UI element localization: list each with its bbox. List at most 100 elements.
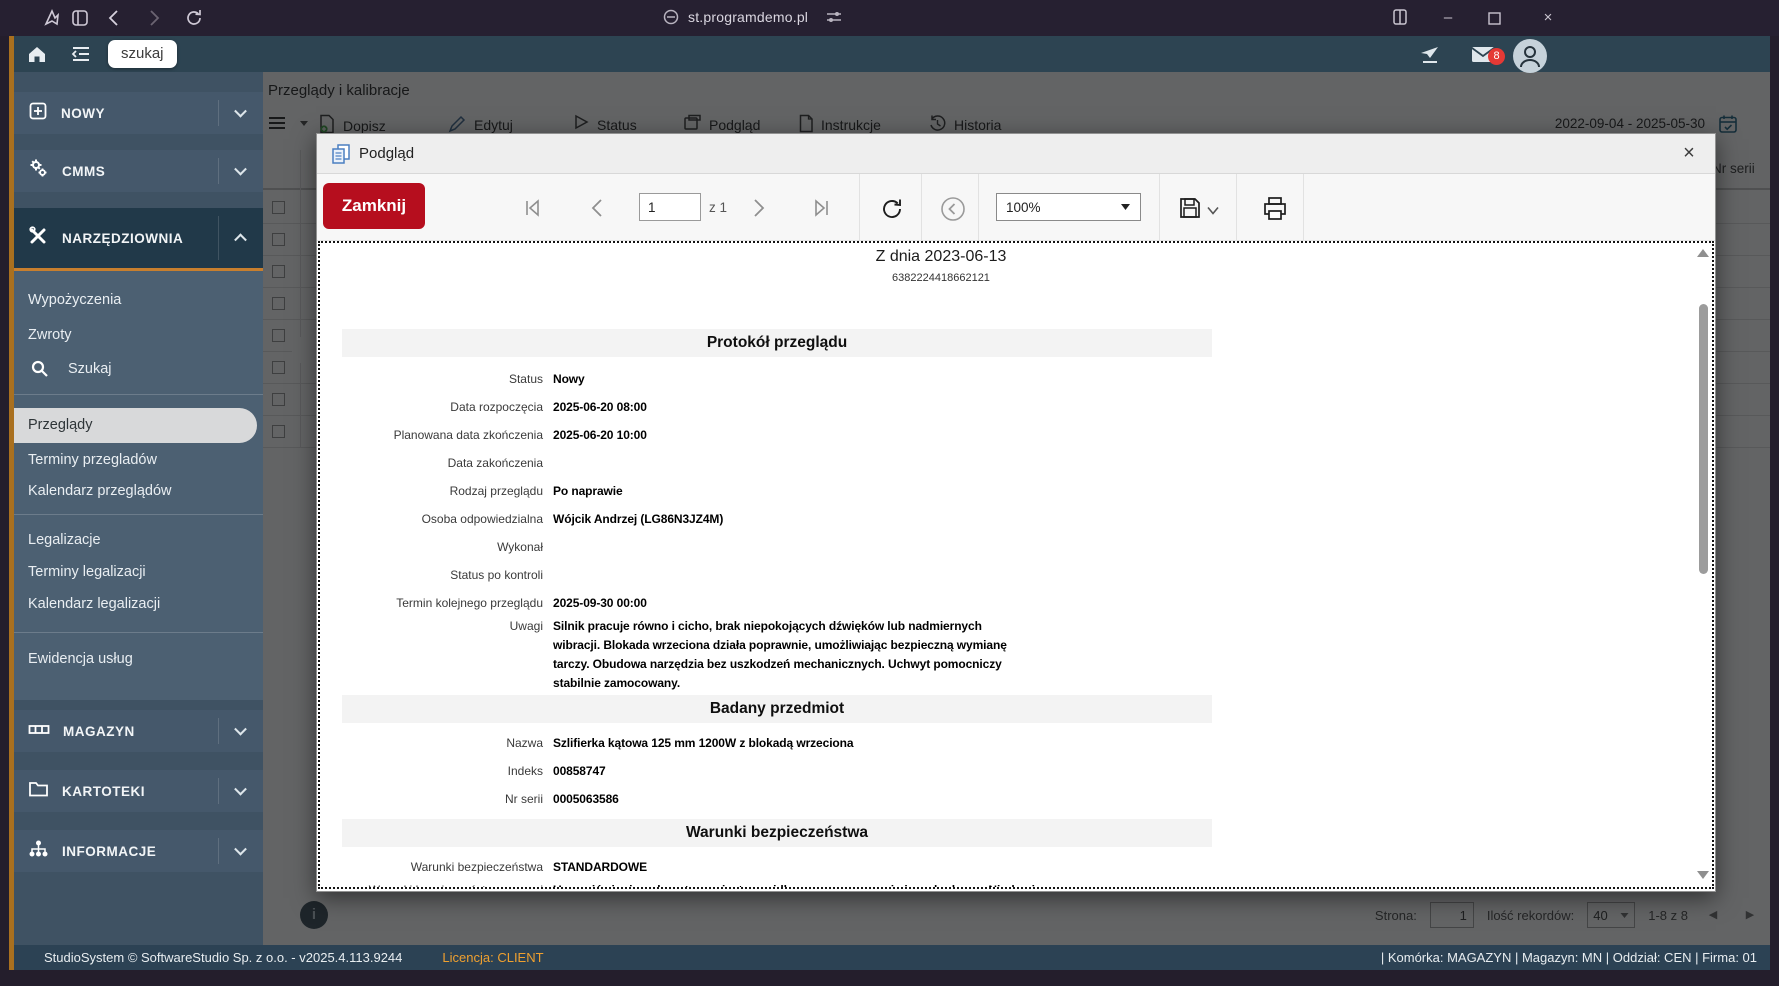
save-icon[interactable] [1177, 195, 1203, 221]
close-icon[interactable]: × [1677, 141, 1701, 165]
context-text: | Komórka: MAGAZYN | Magazyn: MN | Oddzi… [1380, 950, 1757, 965]
chevron-up-icon [234, 233, 247, 247]
status-bar: StudioSystem © SoftwareStudio Sp. z o.o.… [14, 945, 1770, 970]
modal-toolbar: Zamknij z 1 [317, 174, 1715, 241]
refresh-icon[interactable] [879, 195, 905, 221]
maximize-button[interactable] [1484, 8, 1504, 28]
section-title: Protokół przeglądu [342, 329, 1212, 357]
modal-header: Podgląd × [317, 134, 1715, 174]
page-total-text: z 1 [709, 200, 728, 215]
section-title: Warunki bezpieczeństwa [342, 819, 1212, 847]
sidebar-item-legalizacje[interactable]: Legalizacje [14, 526, 263, 554]
zamknij-button[interactable]: Zamknij [323, 183, 425, 229]
collapse-menu-icon[interactable] [70, 43, 92, 65]
field-row: Warunki bezpieczeństwa STANDARDOWE [410, 860, 648, 874]
back-icon[interactable] [104, 8, 124, 28]
field-row: Warunki bezpieczeństwa - uwagiUpewnić si… [320, 881, 1712, 887]
preview-document-icon [330, 143, 352, 170]
first-page-icon[interactable] [519, 195, 545, 221]
zoom-select[interactable]: 100% [996, 193, 1141, 221]
sidebar-item-przeglady[interactable]: Przeglądy [14, 408, 257, 443]
chevron-down-icon [234, 722, 247, 736]
section-fields: Status Nowy Data rozpoczęcia 2025-06-20 08… [320, 365, 1712, 693]
browser-logo-icon [42, 8, 62, 28]
chevron-down-icon [1121, 204, 1130, 210]
sidebar-group-kartoteki[interactable]: KARTOTEKI [14, 770, 263, 812]
forward-icon[interactable] [144, 8, 164, 28]
chevron-down-icon [234, 104, 247, 118]
last-page-icon[interactable] [809, 195, 835, 221]
section-title: Badany przedmiot [342, 695, 1212, 723]
tracking-controls-icon[interactable] [825, 8, 845, 28]
site-info-icon[interactable] [662, 8, 682, 28]
save-options-chevron-icon[interactable] [1207, 202, 1233, 228]
gears-icon [28, 158, 49, 184]
scroll-down-icon[interactable] [1697, 871, 1709, 879]
warehouse-rack-icon [28, 719, 50, 744]
sidebar-item-wypozyczenia[interactable]: Wypożyczenia [14, 286, 263, 314]
sidebar: NOWY CMMS NARZĘDZIOWNIA Wypożyczenia Zwr… [14, 72, 263, 945]
tab-panel-icon[interactable] [70, 8, 90, 28]
sidebar-item-ewidencja-uslug[interactable]: Ewidencja usług [14, 645, 263, 673]
section-fields: Warunki bezpieczeństwaSTANDARDOWE Warunk… [320, 853, 1712, 887]
field-row: Data rozpoczęcia 2025-06-20 08:00 [450, 400, 647, 414]
chevron-down-icon [234, 162, 247, 176]
sitemap-icon [28, 839, 49, 864]
field-row: Osoba odpowiedzialna Wójcik Andrzej (LG86… [421, 512, 724, 526]
sidebar-item-kalendarz-przegladow[interactable]: Kalendarz przeglądów [14, 477, 263, 505]
reload-icon[interactable] [184, 8, 204, 28]
sidebar-item-zwroty[interactable]: Zwroty [14, 321, 263, 349]
sidebar-group-narzedziownia[interactable]: NARZĘDZIOWNIA [14, 208, 263, 271]
sidebar-item-terminy-legalizacji[interactable]: Terminy legalizacji [14, 558, 263, 586]
product-version-text: StudioSystem © SoftwareStudio Sp. z o.o.… [44, 950, 403, 965]
section-fields: Nazwa Szlifierka kątowa 125 mm 1200W z bl… [320, 729, 1712, 813]
field-row: Termin kolejnego przeglądu 2025-09-30 00:… [396, 596, 647, 610]
field-row: Planowana data zkończenia 2025-06-20 10:0… [393, 428, 647, 442]
document-number: 6382224418662121 [892, 272, 990, 284]
sidebar-item-terminy-przegladow[interactable]: Terminy przegladów [14, 446, 263, 474]
sidebar-item-szukaj[interactable]: Szukaj [14, 355, 263, 383]
app-header: szukaj 8 [14, 36, 1770, 73]
field-row: Wykonał [497, 540, 543, 554]
home-icon[interactable] [26, 43, 48, 65]
field-row: Nazwa Szlifierka kątowa 125 mm 1200W z bl… [506, 736, 854, 750]
scroll-up-icon[interactable] [1697, 249, 1709, 257]
previous-page-icon[interactable] [585, 195, 611, 221]
chevron-down-icon [234, 782, 247, 796]
field-row: Status Nowy [508, 372, 585, 386]
field-row: Nr serii 0005063586 [505, 792, 619, 806]
field-row: Indeks 00858747 [507, 764, 606, 778]
document-date-line: Z dnia 2023-06-13 [875, 248, 1007, 265]
sidebar-group-informacje[interactable]: INFORMACJE [14, 830, 263, 872]
modal-title: Podgląd [359, 145, 415, 162]
sidebar-group-magazyn[interactable]: MAGAZYN [14, 710, 263, 752]
sidebar-group-cmms[interactable]: CMMS [14, 150, 263, 192]
app-window: st.programdemo.pl – × szukaj 8 NOWY CMMS… [0, 0, 1779, 986]
narzedziownia-submenu: Wypożyczenia Zwroty Szukaj Przeglądy Ter… [14, 271, 263, 700]
modal-page-input[interactable] [639, 193, 701, 221]
minimize-button[interactable]: – [1438, 8, 1458, 28]
url-text[interactable]: st.programdemo.pl [688, 9, 808, 25]
user-avatar[interactable] [1513, 39, 1547, 73]
field-row: Status po kontroli [450, 568, 543, 582]
sidebar-item-kalendarz-legalizacji[interactable]: Kalendarz legalizacji [14, 590, 263, 618]
preview-modal: Podgląd × Zamknij z 1 [316, 133, 1716, 892]
back-circle-icon[interactable] [939, 195, 965, 221]
field-row: Uwagi Silnik pracuje równo i cicho, brak … [509, 619, 1007, 690]
plus-square-icon [28, 101, 48, 126]
sidebar-group-nowy[interactable]: NOWY [14, 92, 263, 134]
document-preview: Z dnia 2023-06-13 6382224418662121 Proto… [318, 241, 1714, 889]
browser-titlebar: st.programdemo.pl – × [0, 0, 1779, 36]
document-scrollbar-thumb[interactable] [1699, 304, 1708, 574]
field-row: Rodzaj przeglądu Po naprawie [449, 484, 623, 498]
search-icon [30, 359, 50, 389]
send-icon[interactable] [1418, 43, 1440, 65]
mail-badge: 8 [1488, 48, 1505, 65]
sidebar-panel-icon[interactable] [1390, 8, 1410, 28]
tools-icon [28, 225, 49, 251]
close-window-button[interactable]: × [1538, 8, 1558, 28]
next-page-icon[interactable] [745, 195, 771, 221]
chevron-down-icon [234, 842, 247, 856]
print-icon[interactable] [1261, 195, 1287, 221]
license-text: Licencja: CLIENT [442, 950, 544, 965]
